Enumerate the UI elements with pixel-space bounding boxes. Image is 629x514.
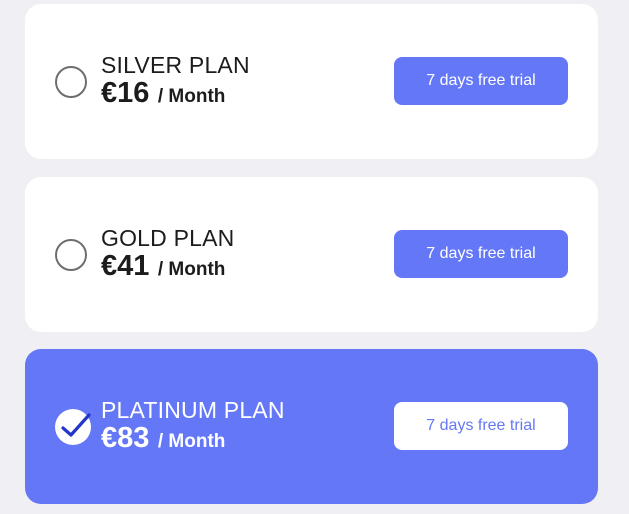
plan-name: SILVER PLAN xyxy=(101,52,250,78)
price-period: / Month xyxy=(157,259,226,280)
free-trial-button[interactable]: 7 days free trial xyxy=(394,57,568,105)
radio-unchecked-icon[interactable] xyxy=(55,239,87,271)
plan-card-platinum[interactable]: PLATINUM PLAN €83 / Month 7 days free tr… xyxy=(25,349,598,504)
plan-card-gold[interactable]: GOLD PLAN €41 / Month 7 days free trial xyxy=(25,177,598,332)
price-amount: €83 xyxy=(101,422,150,454)
plan-name: GOLD PLAN xyxy=(101,225,235,251)
free-trial-button[interactable]: 7 days free trial xyxy=(394,402,568,450)
price-amount: €16 xyxy=(101,77,150,109)
checkmark-glyph xyxy=(61,413,91,437)
plan-price: €16 / Month xyxy=(101,77,225,110)
price-period: / Month xyxy=(157,86,226,107)
checkmark-icon[interactable] xyxy=(55,409,91,445)
price-period: / Month xyxy=(157,431,226,452)
plan-name: PLATINUM PLAN xyxy=(101,397,285,423)
free-trial-button[interactable]: 7 days free trial xyxy=(394,230,568,278)
price-amount: €41 xyxy=(101,250,150,282)
plan-card-silver[interactable]: SILVER PLAN €16 / Month 7 days free tria… xyxy=(25,4,598,159)
radio-unchecked-icon[interactable] xyxy=(55,66,87,98)
plan-price: €83 / Month xyxy=(101,422,225,455)
plan-price: €41 / Month xyxy=(101,250,225,283)
